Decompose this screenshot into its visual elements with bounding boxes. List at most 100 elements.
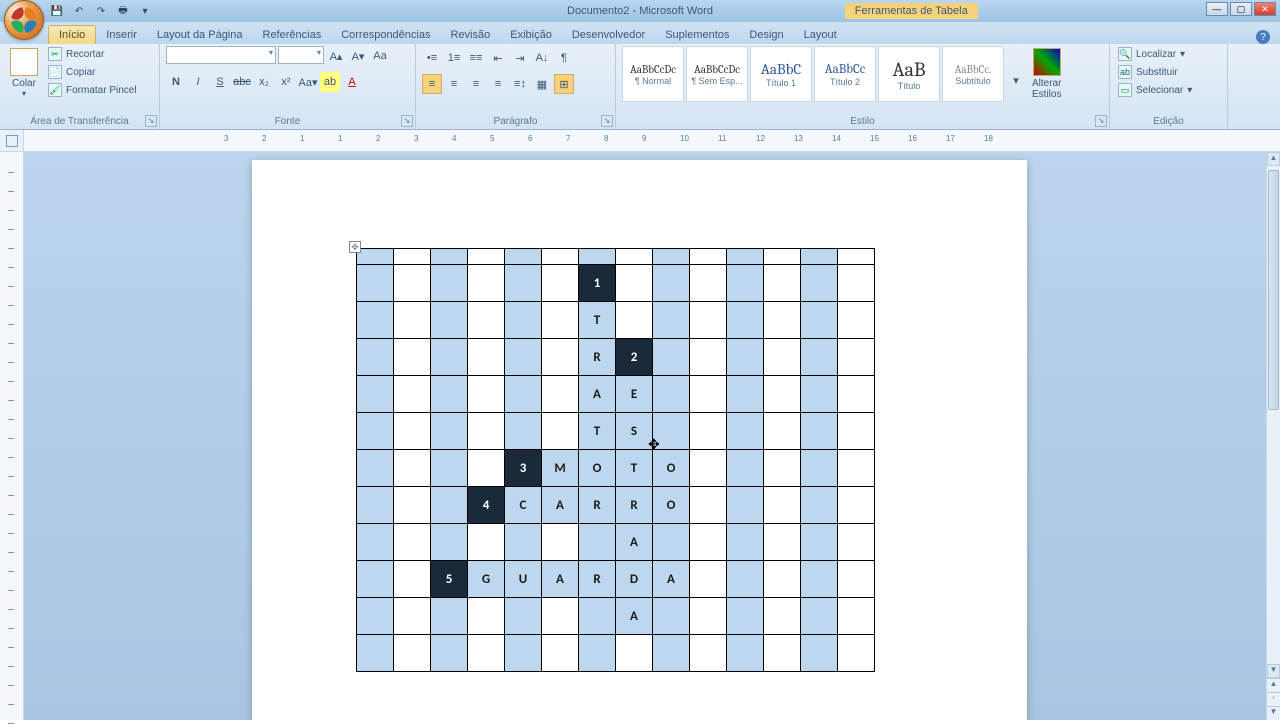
- cell-r4-c12[interactable]: [801, 376, 838, 413]
- cell-r1-c13[interactable]: [838, 265, 875, 302]
- vertical-ruler[interactable]: [0, 152, 24, 720]
- cell-r3-c9[interactable]: [690, 339, 727, 376]
- cell-r10-c7[interactable]: A: [616, 598, 653, 635]
- cell-r5-c1[interactable]: [394, 413, 431, 450]
- cell-r2-c2[interactable]: [431, 302, 468, 339]
- tab-suplementos[interactable]: Suplementos: [655, 26, 739, 44]
- office-button[interactable]: [4, 0, 44, 40]
- subscript-button[interactable]: x₂: [254, 72, 274, 92]
- cell-r5-c3[interactable]: [468, 413, 505, 450]
- cell-r3-c2[interactable]: [431, 339, 468, 376]
- cell-r4-c9[interactable]: [690, 376, 727, 413]
- font-color-button[interactable]: A: [342, 72, 362, 92]
- cell-r4-c1[interactable]: [394, 376, 431, 413]
- cell-r1-c5[interactable]: [542, 265, 579, 302]
- cell-r11-c11[interactable]: [764, 635, 801, 672]
- cell-r6-c0[interactable]: [357, 450, 394, 487]
- change-styles-button[interactable]: Alterar Estilos: [1028, 46, 1065, 115]
- cell-r5-c4[interactable]: [505, 413, 542, 450]
- cell-r6-c10[interactable]: [727, 450, 764, 487]
- cell-r0-c3[interactable]: [468, 249, 505, 265]
- grow-font-button[interactable]: A▴: [326, 46, 346, 66]
- styles-launcher[interactable]: ↘: [1095, 115, 1107, 127]
- styles-more-button[interactable]: ▾: [1006, 71, 1026, 91]
- cell-r4-c0[interactable]: [357, 376, 394, 413]
- replace-button[interactable]: abSubstituir: [1116, 64, 1194, 80]
- cell-r7-c9[interactable]: [690, 487, 727, 524]
- horizontal-ruler[interactable]: 321123456789101112131415161718: [24, 130, 1280, 151]
- cell-r9-c10[interactable]: [727, 561, 764, 598]
- cell-r6-c7[interactable]: T: [616, 450, 653, 487]
- cell-r11-c6[interactable]: [579, 635, 616, 672]
- cell-r11-c3[interactable]: [468, 635, 505, 672]
- shrink-font-button[interactable]: A▾: [348, 46, 368, 66]
- numbering-button[interactable]: 1≡: [444, 48, 464, 68]
- cell-r3-c12[interactable]: [801, 339, 838, 376]
- cell-r1-c3[interactable]: [468, 265, 505, 302]
- cell-r5-c5[interactable]: [542, 413, 579, 450]
- next-page-button[interactable]: ▼: [1267, 706, 1280, 720]
- cell-r4-c5[interactable]: [542, 376, 579, 413]
- tab-exibi-o[interactable]: Exibição: [500, 26, 562, 44]
- font-launcher[interactable]: ↘: [401, 115, 413, 127]
- cell-r0-c5[interactable]: [542, 249, 579, 265]
- cell-r10-c12[interactable]: [801, 598, 838, 635]
- cell-r2-c12[interactable]: [801, 302, 838, 339]
- cell-r2-c9[interactable]: [690, 302, 727, 339]
- borders-button[interactable]: ⊞: [554, 74, 574, 94]
- cell-r0-c4[interactable]: [505, 249, 542, 265]
- minimize-button[interactable]: —: [1206, 2, 1228, 16]
- cell-r10-c4[interactable]: [505, 598, 542, 635]
- cell-r1-c2[interactable]: [431, 265, 468, 302]
- cell-r3-c6[interactable]: R: [579, 339, 616, 376]
- cell-r11-c7[interactable]: [616, 635, 653, 672]
- cell-r11-c4[interactable]: [505, 635, 542, 672]
- cell-r7-c7[interactable]: R: [616, 487, 653, 524]
- cell-r7-c10[interactable]: [727, 487, 764, 524]
- bold-button[interactable]: N: [166, 72, 186, 92]
- cell-r3-c1[interactable]: [394, 339, 431, 376]
- undo-icon[interactable]: ↶: [72, 4, 86, 18]
- cell-r8-c9[interactable]: [690, 524, 727, 561]
- cell-r1-c0[interactable]: [357, 265, 394, 302]
- help-icon[interactable]: ?: [1256, 30, 1270, 44]
- cell-r9-c11[interactable]: [764, 561, 801, 598]
- cell-r0-c8[interactable]: [653, 249, 690, 265]
- cell-r2-c5[interactable]: [542, 302, 579, 339]
- table-move-handle[interactable]: ✥: [349, 241, 361, 253]
- cell-r10-c0[interactable]: [357, 598, 394, 635]
- cell-r9-c5[interactable]: A: [542, 561, 579, 598]
- cell-r3-c13[interactable]: [838, 339, 875, 376]
- cell-r4-c3[interactable]: [468, 376, 505, 413]
- copy-button[interactable]: 📄Copiar: [46, 64, 139, 80]
- cell-r3-c0[interactable]: [357, 339, 394, 376]
- cell-r6-c9[interactable]: [690, 450, 727, 487]
- cell-r2-c8[interactable]: [653, 302, 690, 339]
- highlight-button[interactable]: ab: [320, 72, 340, 92]
- tab-layout[interactable]: Layout: [794, 26, 847, 44]
- cell-r10-c11[interactable]: [764, 598, 801, 635]
- cell-r9-c3[interactable]: G: [468, 561, 505, 598]
- cell-r8-c12[interactable]: [801, 524, 838, 561]
- cell-r2-c0[interactable]: [357, 302, 394, 339]
- font-name-combo[interactable]: [166, 46, 276, 64]
- cell-r2-c13[interactable]: [838, 302, 875, 339]
- font-size-combo[interactable]: [278, 46, 324, 64]
- cell-r9-c8[interactable]: A: [653, 561, 690, 598]
- cell-r1-c8[interactable]: [653, 265, 690, 302]
- cell-r8-c8[interactable]: [653, 524, 690, 561]
- cell-r1-c12[interactable]: [801, 265, 838, 302]
- cell-r8-c3[interactable]: [468, 524, 505, 561]
- cell-r0-c1[interactable]: [394, 249, 431, 265]
- cell-r4-c6[interactable]: A: [579, 376, 616, 413]
- shading-button[interactable]: ▦: [532, 74, 552, 94]
- cell-r7-c11[interactable]: [764, 487, 801, 524]
- cell-r11-c0[interactable]: [357, 635, 394, 672]
- cell-r8-c11[interactable]: [764, 524, 801, 561]
- cell-r5-c6[interactable]: T: [579, 413, 616, 450]
- cell-r2-c1[interactable]: [394, 302, 431, 339]
- cell-r10-c6[interactable]: [579, 598, 616, 635]
- clear-format-button[interactable]: Aa: [370, 46, 390, 66]
- close-button[interactable]: ✕: [1254, 2, 1276, 16]
- cell-r11-c1[interactable]: [394, 635, 431, 672]
